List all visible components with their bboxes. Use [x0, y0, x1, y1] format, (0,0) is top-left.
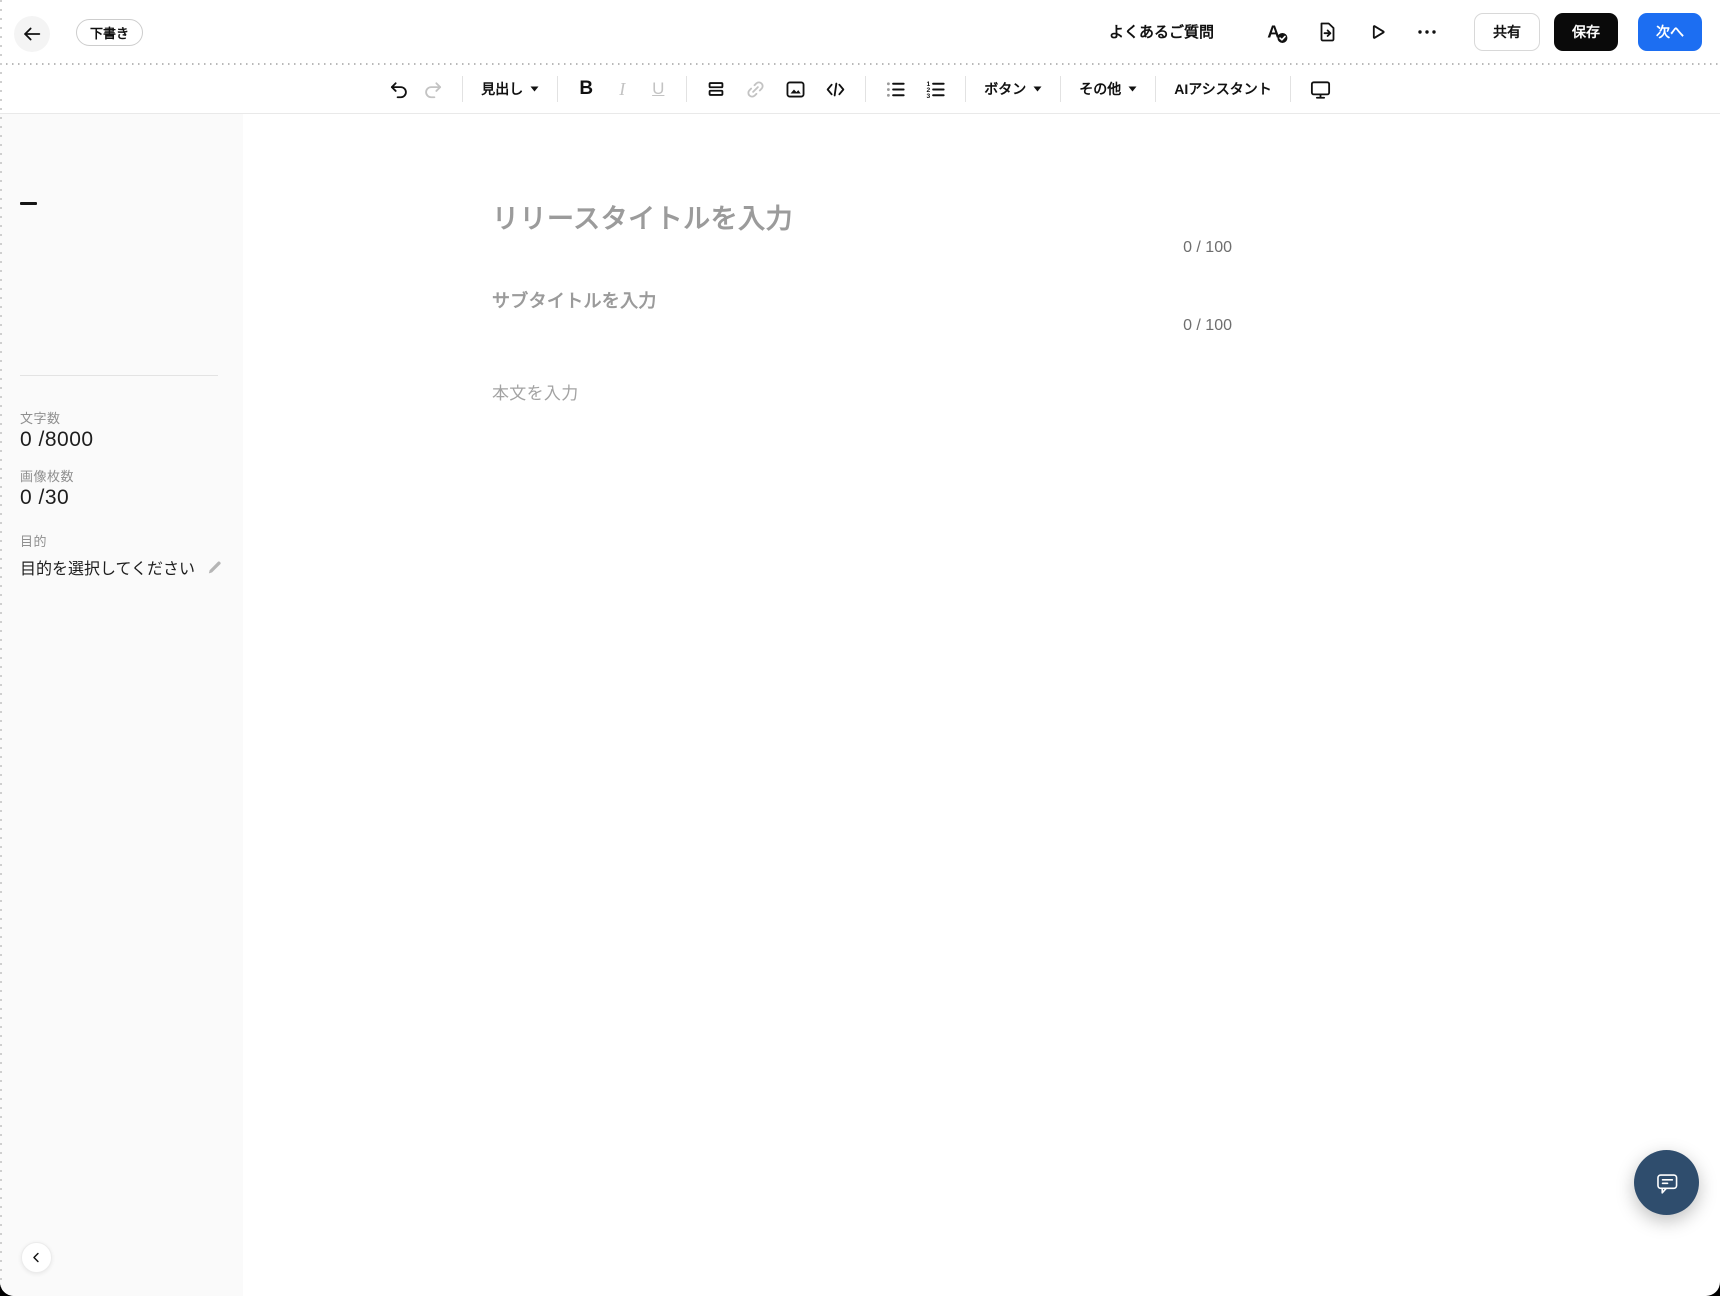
- redo-icon: [421, 78, 444, 101]
- subtitle-char-counter: 0 / 100: [1032, 317, 1232, 335]
- support-chat-button[interactable]: [1634, 1150, 1699, 1215]
- toolbar-separator: [1290, 76, 1291, 102]
- image-count-label: 画像枚数: [20, 466, 74, 485]
- play-icon: [1365, 20, 1389, 44]
- others-label: その他: [1079, 79, 1121, 99]
- italic-label: I: [619, 79, 625, 100]
- header-actions: よくあるご質問 A: [1109, 0, 1720, 63]
- char-count-value: 0 /8000: [20, 428, 94, 452]
- chat-bubble-icon: [1650, 1166, 1684, 1200]
- toolbar-separator: [1060, 76, 1061, 102]
- insert-image-button[interactable]: [779, 72, 812, 106]
- untitled-title-dash: —: [20, 202, 37, 205]
- char-count-label: 文字数: [20, 408, 61, 427]
- toolbar-separator: [1155, 76, 1156, 102]
- title-char-counter: 0 / 100: [1032, 239, 1232, 257]
- app-frame: 下書き よくあるご質問 A: [0, 0, 1720, 1296]
- button-insert-label: ボタン: [984, 79, 1026, 99]
- faq-link[interactable]: よくあるご質問: [1109, 21, 1214, 42]
- more-options-button[interactable]: [1408, 13, 1446, 51]
- purpose-select-row[interactable]: 目的を選択してください: [20, 555, 222, 579]
- left-edge-dotted-border: [0, 0, 2, 1296]
- svg-text:3: 3: [927, 92, 931, 99]
- undo-icon: [388, 78, 411, 101]
- preview-device-button[interactable]: [1304, 72, 1337, 106]
- bullet-list-icon: [884, 78, 907, 101]
- heading-dropdown[interactable]: 見出し: [476, 72, 544, 106]
- bullet-list-button[interactable]: [879, 72, 912, 106]
- code-icon: [824, 78, 847, 101]
- image-icon: [784, 78, 807, 101]
- more-ellipsis-icon: [1415, 20, 1439, 44]
- italic-button[interactable]: I: [607, 72, 637, 106]
- chevron-down-icon: [1033, 86, 1042, 92]
- button-insert-dropdown[interactable]: ボタン: [979, 72, 1047, 106]
- release-title-input[interactable]: リリースタイトルを入力: [492, 197, 1232, 236]
- bold-label: B: [579, 78, 593, 100]
- undo-button[interactable]: [383, 72, 416, 106]
- underline-button[interactable]: U: [643, 72, 673, 106]
- pencil-icon: [207, 560, 222, 575]
- chevron-down-icon: [1128, 86, 1137, 92]
- save-button[interactable]: 保存: [1554, 13, 1618, 51]
- section-break-button[interactable]: [700, 72, 732, 106]
- numbered-list-button[interactable]: 123: [919, 72, 952, 106]
- purpose-label: 目的: [20, 531, 47, 550]
- toolbar-separator: [865, 76, 866, 102]
- proofread-a-check-icon: A: [1264, 19, 1290, 45]
- link-button[interactable]: [739, 72, 772, 106]
- toolbar-bottom-border: [0, 113, 1720, 114]
- header-bar: 下書き よくあるご質問 A: [0, 0, 1720, 63]
- export-button[interactable]: [1308, 13, 1346, 51]
- toolbar-separator: [965, 76, 966, 102]
- link-icon: [744, 78, 767, 101]
- export-file-icon: [1315, 20, 1339, 44]
- preview-play-button[interactable]: [1358, 13, 1396, 51]
- editor-toolbar: 見出し B I U: [0, 65, 1720, 113]
- monitor-icon: [1309, 78, 1332, 101]
- code-button[interactable]: [819, 72, 852, 106]
- underline-label: U: [652, 79, 664, 99]
- subtitle-input[interactable]: サブタイトルを入力: [492, 287, 1232, 313]
- ai-assistant-label: AIアシスタント: [1174, 79, 1271, 99]
- status-badge: 下書き: [76, 19, 143, 46]
- sidebar-divider: [20, 375, 218, 376]
- numbered-list-icon: 123: [924, 78, 947, 101]
- section-break-icon: [705, 78, 727, 100]
- sidebar-collapse-button[interactable]: [21, 1242, 52, 1273]
- redo-button[interactable]: [416, 72, 449, 106]
- proofread-button[interactable]: A: [1258, 13, 1296, 51]
- sidebar: — 文字数 0 /8000 画像枚数 0 /30 目的 目的を選択してください: [0, 114, 243, 1296]
- ai-assistant-button[interactable]: AIアシスタント: [1169, 72, 1276, 106]
- chevron-down-icon: [530, 86, 539, 92]
- back-arrow-icon: [21, 23, 43, 45]
- purpose-value: 目的を選択してください: [20, 555, 195, 579]
- bold-button[interactable]: B: [571, 72, 601, 106]
- body-text-input[interactable]: 本文を入力: [492, 379, 1232, 404]
- toolbar-separator: [686, 76, 687, 102]
- share-button[interactable]: 共有: [1474, 13, 1540, 51]
- others-dropdown[interactable]: その他: [1074, 72, 1142, 106]
- next-button[interactable]: 次へ: [1638, 13, 1702, 51]
- toolbar-separator: [557, 76, 558, 102]
- toolbar-separator: [462, 76, 463, 102]
- back-button[interactable]: [14, 16, 50, 52]
- heading-label: 見出し: [481, 79, 523, 99]
- chevron-left-icon: [30, 1251, 43, 1264]
- image-count-value: 0 /30: [20, 486, 69, 510]
